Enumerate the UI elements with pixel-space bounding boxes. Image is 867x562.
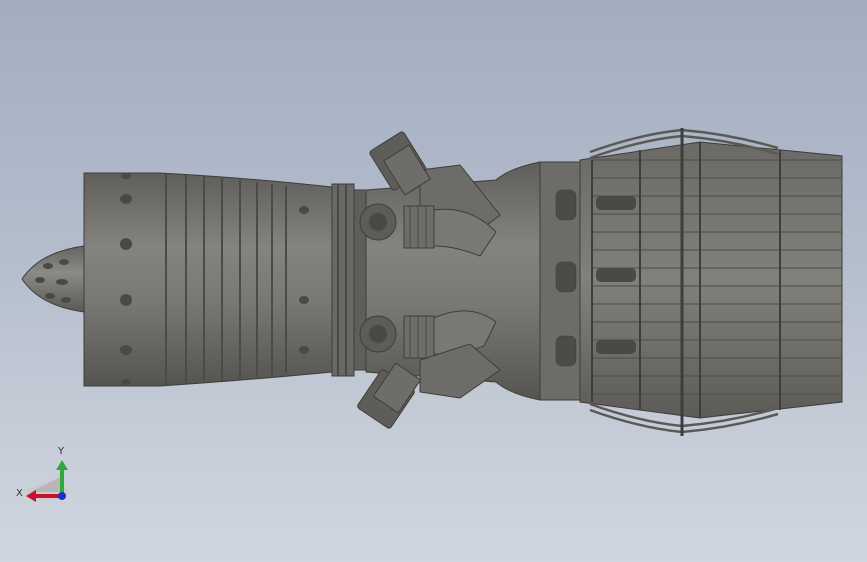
- y-axis-label: Y: [57, 446, 65, 457]
- z-axis-dot-icon: [58, 492, 66, 500]
- graphics-viewport[interactable]: Y X: [0, 0, 867, 562]
- x-axis-label: X: [16, 488, 23, 499]
- flange-rings: [331, 183, 367, 377]
- view-orientation-triad[interactable]: Y X: [0, 430, 90, 510]
- exhaust-nozzle: [579, 141, 843, 419]
- transition-section: [539, 161, 581, 401]
- front-casing: [83, 172, 333, 387]
- jet-engine-model[interactable]: [0, 0, 867, 562]
- nose-cone: [21, 245, 85, 313]
